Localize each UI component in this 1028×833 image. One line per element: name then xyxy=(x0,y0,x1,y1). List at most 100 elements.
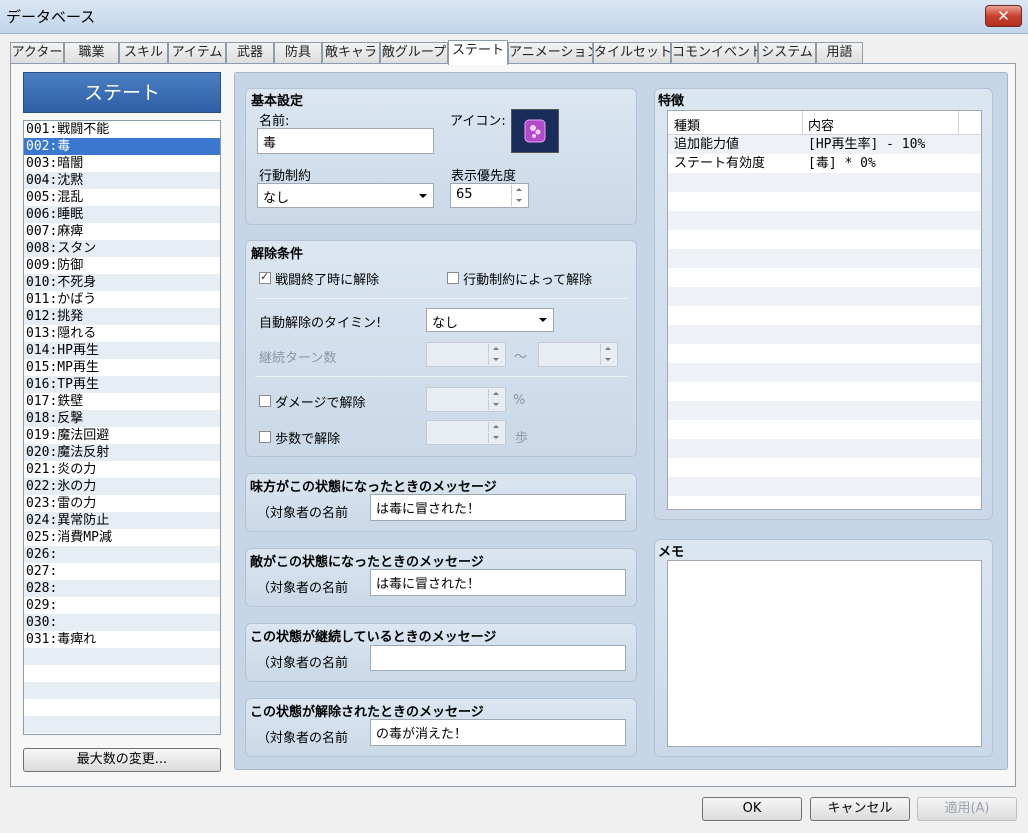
auto-timing-select[interactable]: なし xyxy=(426,308,554,332)
table-row[interactable] xyxy=(668,249,981,268)
list-item[interactable]: 023:雷の力 xyxy=(24,495,220,512)
damage-stepper[interactable] xyxy=(426,387,506,412)
list-item[interactable]: 009:防御 xyxy=(24,257,220,274)
tab-skill[interactable]: スキル xyxy=(119,42,168,64)
list-item[interactable] xyxy=(24,682,220,699)
table-row[interactable] xyxy=(668,439,981,458)
tab-common-event[interactable]: コモンイベント xyxy=(671,42,758,64)
tab-class[interactable]: 職業 xyxy=(64,42,119,64)
table-row[interactable] xyxy=(668,458,981,477)
restriction-select[interactable]: なし xyxy=(257,183,434,208)
priority-stepper[interactable]: 65 xyxy=(450,183,529,208)
table-row[interactable] xyxy=(668,401,981,420)
turns-min-stepper[interactable] xyxy=(426,342,506,367)
message-input-removed[interactable]: の毒が消えた！ xyxy=(370,719,626,746)
list-item[interactable]: 011:かばう xyxy=(24,291,220,308)
tab-system[interactable]: システム xyxy=(758,42,816,64)
table-row[interactable] xyxy=(668,344,981,363)
table-row[interactable] xyxy=(668,363,981,382)
table-row[interactable] xyxy=(668,211,981,230)
list-item[interactable]: 014:HP再生 xyxy=(24,342,220,359)
tab-item[interactable]: アイテム xyxy=(168,42,226,64)
tab-terms[interactable]: 用語 xyxy=(816,42,863,64)
battle-end-checkbox-wrap[interactable]: 戦闘終了時に解除 xyxy=(259,269,379,288)
table-row[interactable] xyxy=(668,173,981,192)
list-item[interactable]: 016:TP再生 xyxy=(24,376,220,393)
damage-checkbox[interactable] xyxy=(259,395,271,407)
message-input-actor[interactable]: は毒に冒された！ xyxy=(370,494,626,521)
list-item[interactable]: 028: xyxy=(24,580,220,597)
message-input-enemy[interactable]: は毒に冒された！ xyxy=(370,569,626,596)
ok-button[interactable]: OK xyxy=(702,797,802,821)
tab-tileset[interactable]: タイルセット xyxy=(593,42,671,64)
tab-weapon[interactable]: 武器 xyxy=(226,42,274,64)
list-item[interactable]: 013:隠れる xyxy=(24,325,220,342)
table-row[interactable]: ステート有効度 [毒] * 0% xyxy=(668,154,981,173)
close-button[interactable]: ✕ xyxy=(985,5,1022,27)
tab-animation[interactable]: アニメーション xyxy=(508,42,593,64)
list-item[interactable]: 020:魔法反射 xyxy=(24,444,220,461)
list-item[interactable]: 019:魔法回避 xyxy=(24,427,220,444)
cancel-button[interactable]: キャンセル xyxy=(810,797,910,821)
table-row[interactable] xyxy=(668,230,981,249)
tab-enemy[interactable]: 敵キャラ xyxy=(322,42,380,64)
list-item[interactable]: 031:毒痺れ xyxy=(24,631,220,648)
steps-stepper[interactable] xyxy=(426,420,506,445)
list-item[interactable]: 024:異常防止 xyxy=(24,512,220,529)
message-input-continue[interactable] xyxy=(370,645,626,671)
list-item[interactable] xyxy=(24,648,220,665)
col-content[interactable]: 内容 xyxy=(808,115,834,134)
table-row[interactable] xyxy=(668,306,981,325)
list-item[interactable] xyxy=(24,665,220,682)
battle-end-checkbox[interactable] xyxy=(259,270,271,284)
steps-checkbox[interactable] xyxy=(259,431,271,443)
list-item[interactable]: 006:睡眠 xyxy=(24,206,220,223)
list-item[interactable]: 022:氷の力 xyxy=(24,478,220,495)
table-row[interactable] xyxy=(668,325,981,344)
state-icon[interactable] xyxy=(511,109,559,153)
apply-button[interactable]: 適用(A) xyxy=(917,797,1017,821)
tab-actor[interactable]: アクター xyxy=(10,42,64,64)
list-item[interactable]: 005:混乱 xyxy=(24,189,220,206)
list-item[interactable]: 007:麻痺 xyxy=(24,223,220,240)
list-item[interactable]: 015:MP再生 xyxy=(24,359,220,376)
col-type[interactable]: 種類 xyxy=(674,115,700,134)
spin-down-icon[interactable] xyxy=(511,196,527,206)
restriction-removal-checkbox-wrap[interactable]: 行動制約によって解除 xyxy=(447,269,592,288)
steps-checkbox-wrap[interactable]: 歩数で解除 xyxy=(259,428,340,447)
list-item[interactable]: 021:炎の力 xyxy=(24,461,220,478)
list-item[interactable]: 001:戦闘不能 xyxy=(24,121,220,138)
table-row[interactable]: 追加能力値 [HP再生率] - 10% xyxy=(668,135,981,154)
list-item[interactable]: 004:沈黙 xyxy=(24,172,220,189)
table-row[interactable] xyxy=(668,287,981,306)
table-row[interactable] xyxy=(668,420,981,439)
list-item[interactable]: 012:挑発 xyxy=(24,308,220,325)
change-max-button[interactable]: 最大数の変更... xyxy=(23,748,221,772)
list-item[interactable]: 025:消費MP減 xyxy=(24,529,220,546)
tab-armor[interactable]: 防具 xyxy=(274,42,322,64)
list-item[interactable]: 018:反撃 xyxy=(24,410,220,427)
state-list[interactable]: 001:戦闘不能 002:毒 003:暗闇 004:沈黙 005:混乱 006:睡眠 007… xyxy=(23,120,221,735)
list-item[interactable]: 010:不死身 xyxy=(24,274,220,291)
table-row[interactable] xyxy=(668,477,981,496)
list-item[interactable]: 030: xyxy=(24,614,220,631)
name-input[interactable]: 毒 xyxy=(257,128,434,154)
list-item[interactable] xyxy=(24,716,220,733)
tab-state[interactable]: ステート xyxy=(448,40,508,65)
damage-checkbox-wrap[interactable]: ダメージで解除 xyxy=(259,392,366,411)
list-item[interactable]: 003:暗闇 xyxy=(24,155,220,172)
list-item[interactable]: 029: xyxy=(24,597,220,614)
list-item[interactable]: 017:鉄壁 xyxy=(24,393,220,410)
list-item[interactable]: 026: xyxy=(24,546,220,563)
spin-up-icon[interactable] xyxy=(511,185,527,195)
list-item[interactable]: 027: xyxy=(24,563,220,580)
list-item[interactable] xyxy=(24,699,220,716)
tab-troop[interactable]: 敵グループ xyxy=(380,42,448,64)
traits-table[interactable]: 種類 内容 追加能力値 [HP再生率] - 10% ステート有効度 [毒] * 0% xyxy=(667,110,982,510)
table-row[interactable] xyxy=(668,192,981,211)
table-row[interactable] xyxy=(668,268,981,287)
memo-textarea[interactable] xyxy=(667,560,982,747)
restriction-removal-checkbox[interactable] xyxy=(447,272,459,284)
list-item[interactable]: 002:毒 xyxy=(24,138,220,155)
turns-max-stepper[interactable] xyxy=(538,342,618,367)
